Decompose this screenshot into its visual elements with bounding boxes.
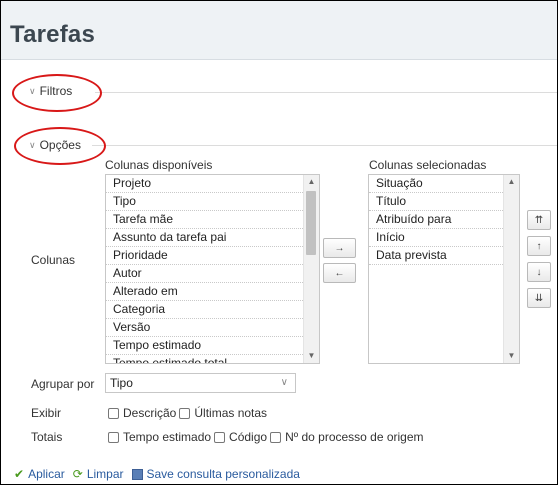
totals-option[interactable]: Nº do processo de origem — [270, 430, 424, 444]
scroll-up-arrow-icon[interactable]: ▲ — [304, 175, 319, 189]
checkbox[interactable] — [270, 431, 282, 443]
totals-option-label: Nº do processo de origem — [285, 430, 424, 444]
checkbox[interactable] — [108, 431, 119, 443]
totals-label: Totais — [31, 430, 63, 444]
chevron-down-icon: ∨ — [29, 139, 36, 150]
list-item[interactable]: Tarefa mãe — [106, 211, 319, 229]
checkbox[interactable] — [214, 431, 226, 443]
list-item[interactable]: Prioridade — [106, 247, 319, 265]
chevron-down-icon: ∨ — [29, 85, 36, 96]
query-actions: ✔ Aplicar ⟳ Limpar Save consulta persona… — [14, 467, 308, 481]
filters-divider — [95, 92, 557, 93]
totals-option-label: Código — [229, 430, 268, 444]
list-item[interactable]: Alterado em — [106, 283, 319, 301]
save-query-label: Save consulta personalizada — [146, 467, 300, 481]
list-item[interactable]: Situação — [369, 175, 519, 193]
scroll-up-arrow-icon[interactable]: ▲ — [504, 175, 519, 189]
clear-link[interactable]: ⟳ Limpar — [73, 467, 124, 481]
apply-label: Aplicar — [28, 467, 65, 481]
available-scrollbar[interactable]: ▲ ▼ — [303, 175, 319, 363]
save-query-link[interactable]: Save consulta personalizada — [131, 467, 300, 481]
move-down-button[interactable]: ↓ — [527, 262, 551, 282]
options-divider — [92, 145, 557, 146]
totals-option[interactable]: Tempo estimado — [108, 430, 211, 444]
add-column-button[interactable]: → — [323, 238, 356, 258]
totals-option-label: Tempo estimado — [123, 430, 212, 444]
group-by-label: Agrupar por — [31, 377, 95, 391]
list-item[interactable]: Título — [369, 193, 519, 211]
selected-columns-label: Colunas selecionadas — [369, 158, 487, 172]
list-item[interactable]: Tipo — [106, 193, 319, 211]
show-option-label: Descrição — [123, 406, 177, 420]
show-label: Exibir — [31, 406, 62, 420]
options-toggle[interactable]: ∨ Opções — [29, 138, 81, 152]
list-item[interactable]: Assunto da tarefa pai — [106, 229, 319, 247]
list-item[interactable]: Tempo estimado — [106, 337, 319, 355]
options-legend: Opções — [39, 138, 81, 152]
chevron-down-icon: ∨ — [280, 377, 288, 388]
selected-scrollbar[interactable]: ▲ ▼ — [503, 175, 519, 363]
scroll-thumb[interactable] — [306, 191, 316, 255]
list-item[interactable]: Projeto — [106, 175, 319, 193]
move-up-button[interactable]: ↑ — [527, 236, 551, 256]
move-top-button[interactable]: ⇈ — [527, 210, 551, 230]
selected-columns-list[interactable]: Situação Título Atribuído para Início Data p… — [368, 174, 520, 364]
page-header: Tarefas — [1, 1, 557, 60]
scroll-down-arrow-icon[interactable]: ▼ — [504, 349, 519, 363]
list-item[interactable]: Versão — [106, 319, 319, 337]
clear-label: Limpar — [86, 467, 124, 481]
list-item[interactable]: Categoria — [106, 301, 319, 319]
checkbox[interactable] — [179, 407, 191, 419]
group-by-value: Tipo — [110, 376, 133, 390]
checkbox[interactable] — [108, 407, 119, 419]
show-checkboxes: Descrição Últimas notas — [108, 406, 270, 420]
checkmark-icon: ✔ — [14, 467, 25, 481]
save-disk-icon — [131, 468, 143, 480]
list-item[interactable]: Data prevista — [369, 247, 519, 265]
totals-option[interactable]: Código — [214, 430, 267, 444]
remove-column-button[interactable]: ← — [323, 263, 356, 283]
group-by-select[interactable]: Tipo ∨ — [105, 373, 296, 393]
totals-checkboxes: Tempo estimado Código Nº do processo de or… — [108, 430, 427, 444]
filters-legend: Filtros — [39, 84, 73, 98]
show-option[interactable]: Últimas notas — [179, 406, 267, 420]
columns-label: Colunas — [31, 253, 76, 267]
show-option[interactable]: Descrição — [108, 406, 176, 420]
move-bottom-button[interactable]: ⇊ — [527, 288, 551, 308]
page-title: Tarefas — [10, 21, 96, 48]
list-item[interactable]: Início — [369, 229, 519, 247]
list-item[interactable]: Atribuído para — [369, 211, 519, 229]
available-columns-list[interactable]: Projeto Tipo Tarefa mãe Assunto da tarefa p… — [105, 174, 320, 364]
filters-toggle[interactable]: ∨ Filtros — [29, 84, 72, 98]
show-option-label: Últimas notas — [194, 406, 268, 420]
list-item[interactable]: Autor — [106, 265, 319, 283]
scroll-down-arrow-icon[interactable]: ▼ — [304, 349, 319, 363]
apply-link[interactable]: ✔ Aplicar — [14, 467, 65, 481]
list-item[interactable]: Tempo estimado total — [106, 355, 319, 363]
reload-icon: ⟳ — [72, 467, 83, 481]
app-frame: Tarefas ∨ Filtros ∨ Opções Colunas dispo… — [0, 0, 558, 485]
available-columns-label: Colunas disponíveis — [105, 158, 213, 172]
